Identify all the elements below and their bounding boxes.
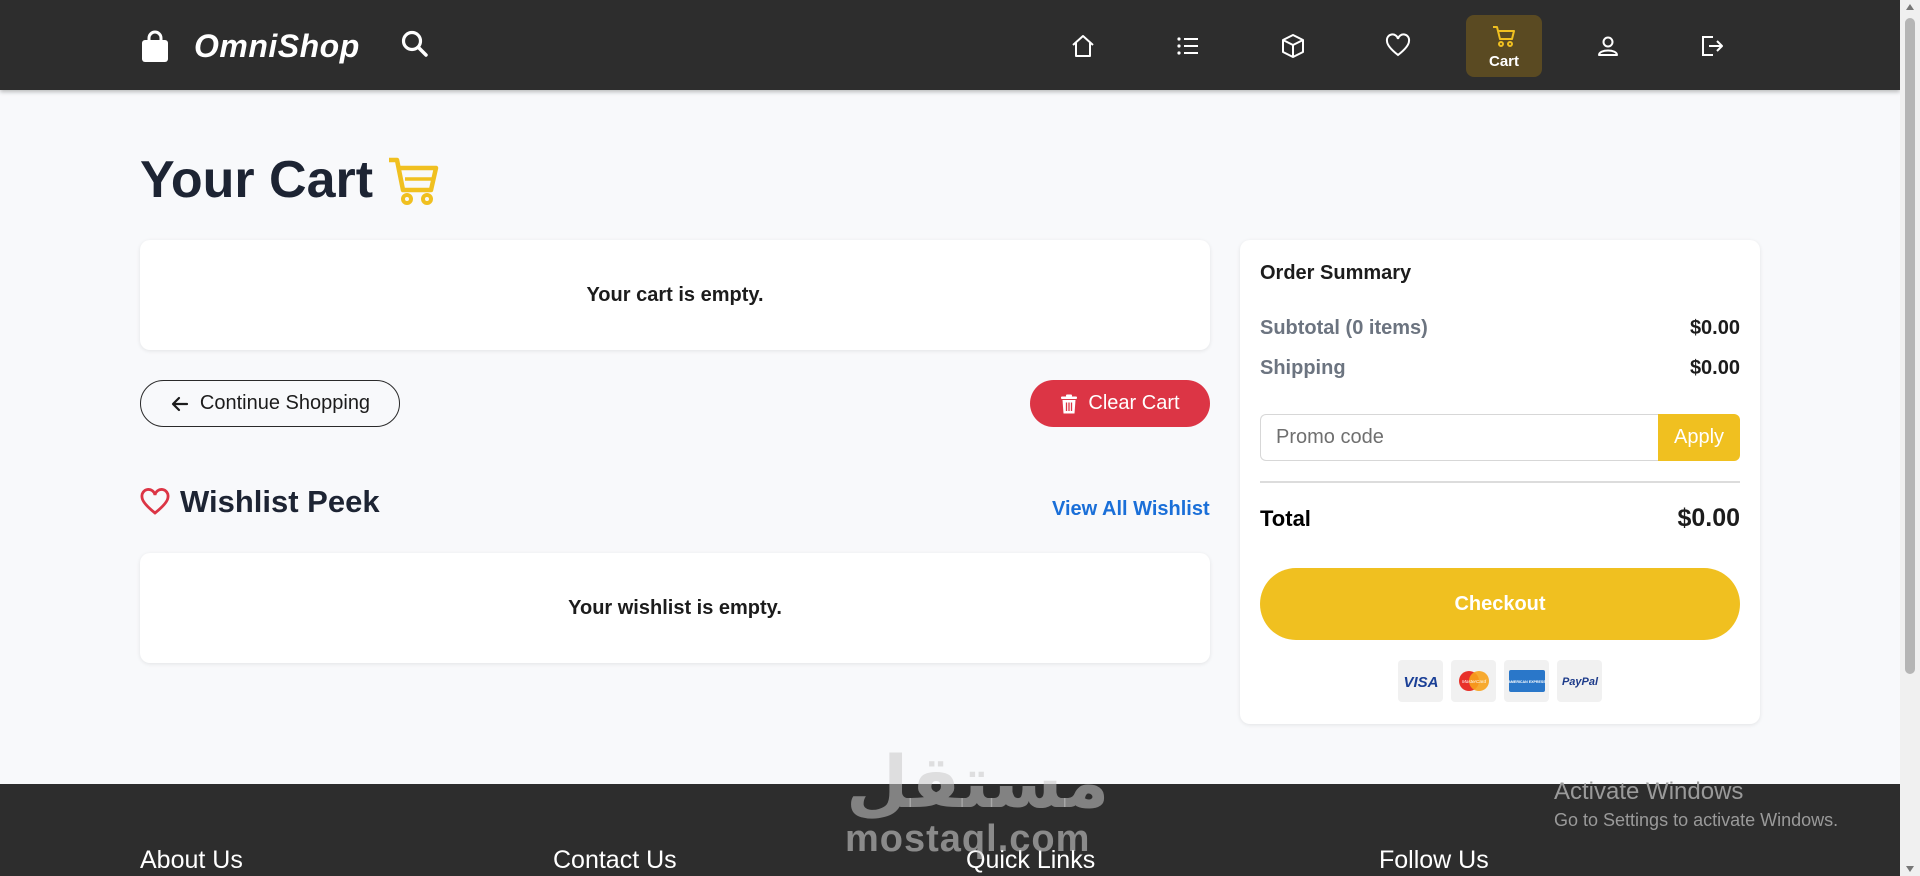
footer-about-heading: About Us <box>140 846 243 874</box>
order-summary-card: Order Summary Subtotal (0 items) $0.00 S… <box>1240 240 1760 724</box>
visa-icon: VISA <box>1403 674 1438 691</box>
mastercard-text: MasterCard <box>1462 679 1486 684</box>
logout-icon <box>1702 36 1723 56</box>
list-icon <box>1177 37 1198 55</box>
wishlist-heading: Wishlist Peek <box>140 484 380 520</box>
total-value: $0.00 <box>1677 504 1740 532</box>
order-summary-title: Order Summary <box>1260 262 1412 284</box>
amex-icon: AMERICAN EXPRESS <box>1508 670 1546 692</box>
watermark-url: mostaql.com <box>845 818 1091 860</box>
subtotal-label: Subtotal (0 items) <box>1260 317 1428 339</box>
shipping-value: $0.00 <box>1689 357 1740 379</box>
cart-empty-message: Your cart is empty. <box>586 283 764 306</box>
clear-cart-label: Clear Cart <box>1088 392 1180 414</box>
nav-products[interactable] <box>1255 15 1331 77</box>
promo-code-group: Apply <box>1260 414 1740 461</box>
checkout-button[interactable]: Checkout <box>1260 568 1740 640</box>
paypal-text: PayPal <box>1561 676 1598 688</box>
visa-text: VISA <box>1403 674 1438 691</box>
subtotal-value: $0.00 <box>1689 317 1740 339</box>
shopping-bag-icon <box>142 30 168 62</box>
page-title-text: Your Cart <box>140 151 374 209</box>
nav-cart[interactable]: Cart <box>1466 15 1542 77</box>
activate-windows-title: Activate Windows <box>1554 778 1744 805</box>
nav-home[interactable] <box>1045 15 1121 77</box>
continue-shopping-button[interactable]: Continue Shopping <box>140 380 400 427</box>
cart-icon <box>389 157 439 205</box>
user-icon <box>1598 36 1618 56</box>
cart-empty-card: Your cart is empty. <box>140 240 1210 350</box>
visa-card: VISA <box>1398 660 1443 702</box>
scroll-up-arrow-icon[interactable] <box>1906 4 1914 10</box>
arrow-left-icon <box>171 396 189 411</box>
mastercard-icon: MasterCard <box>1458 671 1489 691</box>
home-icon <box>1072 35 1094 57</box>
promo-code-input[interactable] <box>1260 414 1658 461</box>
search-icon <box>401 30 428 57</box>
nav-cart-label: Cart <box>1488 52 1519 70</box>
clear-cart-button[interactable]: Clear Cart <box>1030 380 1210 427</box>
total-label: Total <box>1260 506 1311 531</box>
brand-name: OmniShop <box>194 28 360 64</box>
payment-methods: VISA MasterCard AMERICAN EXPRESS PayPal <box>1398 660 1602 702</box>
subtotal-row: Subtotal (0 items) $0.00 <box>1260 317 1740 340</box>
trash-icon <box>1061 394 1078 413</box>
heart-icon <box>1385 33 1411 57</box>
nav-categories[interactable] <box>1150 15 1226 77</box>
mastercard-card: MasterCard <box>1451 660 1496 702</box>
footer-contact-heading: Contact Us <box>553 846 677 874</box>
paypal-icon: PayPal <box>1561 676 1598 688</box>
scroll-thumb[interactable] <box>1905 18 1915 674</box>
page-scrollbar[interactable] <box>1900 0 1920 876</box>
brand[interactable]: OmniShop <box>140 28 360 65</box>
cart-icon <box>1493 25 1515 47</box>
wishlist-empty-card: Your wishlist is empty. <box>140 553 1210 663</box>
watermark-arabic: مستقل <box>846 740 1110 824</box>
summary-divider <box>1260 481 1740 483</box>
top-navbar: OmniShop Cart <box>0 0 1900 90</box>
amex-card: AMERICAN EXPRESS <box>1504 660 1549 702</box>
paypal-card: PayPal <box>1557 660 1602 702</box>
footer-follow-heading: Follow Us <box>1379 846 1489 874</box>
wishlist-heading-text: Wishlist Peek <box>180 484 380 519</box>
shipping-label: Shipping <box>1260 357 1346 379</box>
scroll-down-arrow-icon[interactable] <box>1906 866 1914 872</box>
wishlist-empty-message: Your wishlist is empty. <box>568 596 782 619</box>
nav-wishlist[interactable] <box>1360 15 1436 77</box>
search-button[interactable] <box>400 29 430 59</box>
nav-account[interactable] <box>1570 15 1646 77</box>
box-icon <box>1282 34 1304 58</box>
activate-windows-subtitle: Go to Settings to activate Windows. <box>1554 810 1839 830</box>
continue-shopping-label: Continue Shopping <box>199 392 371 414</box>
page-title: Your Cart <box>140 150 441 210</box>
shipping-row: Shipping $0.00 <box>1260 357 1740 380</box>
nav-logout[interactable] <box>1674 15 1750 77</box>
amex-text: AMERICAN EXPRESS <box>1508 680 1546 684</box>
view-all-wishlist-link[interactable]: View All Wishlist <box>1052 498 1210 521</box>
apply-promo-button[interactable]: Apply <box>1658 414 1740 461</box>
total-row: Total $0.00 <box>1260 504 1740 533</box>
heart-icon <box>140 488 170 515</box>
